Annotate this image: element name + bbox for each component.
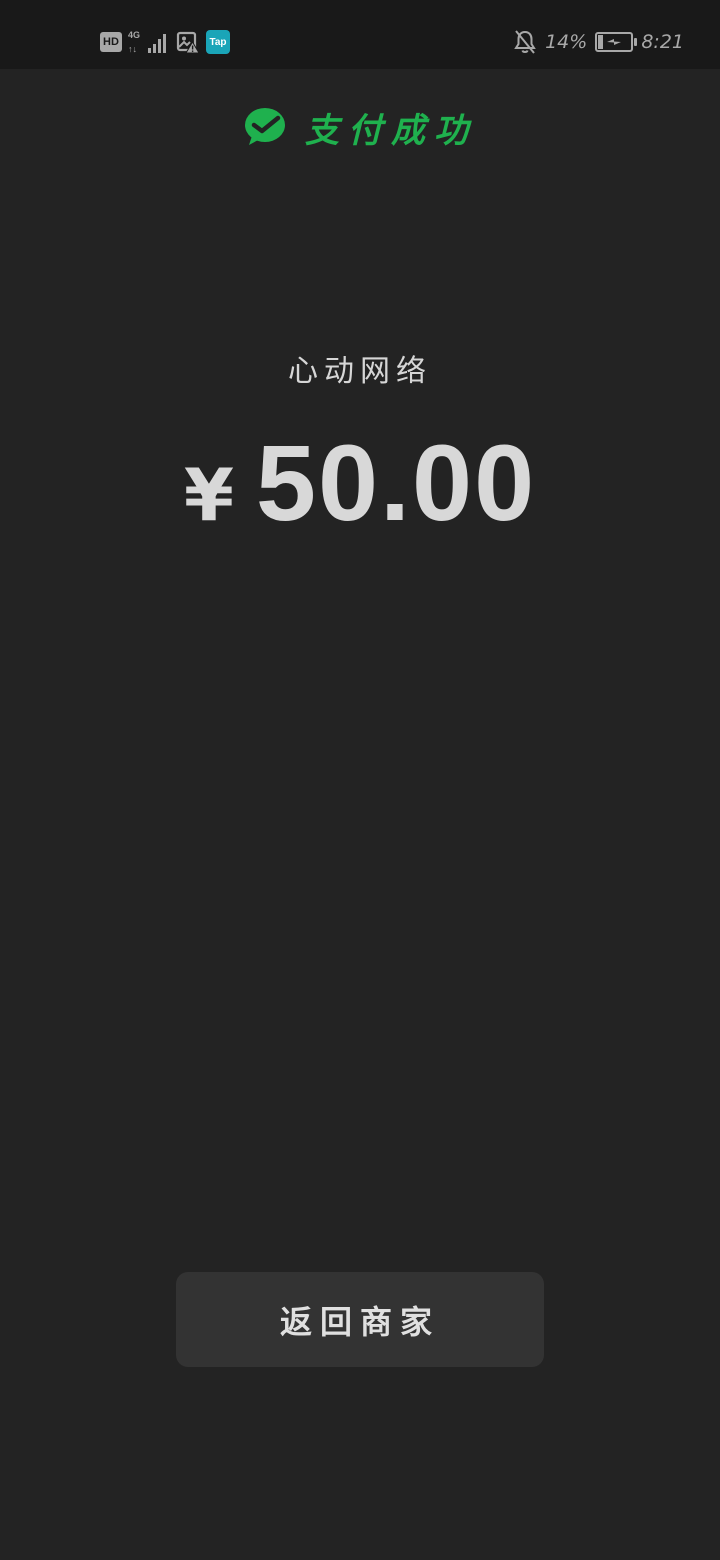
merchant-name: 心动网络	[288, 354, 432, 389]
network-type-label: 4G	[128, 30, 141, 40]
signal-icon	[148, 34, 166, 53]
status-left-group: HD 4G ↑↓ Tap	[100, 28, 230, 56]
bell-muted-icon	[514, 30, 536, 54]
hd-icon: HD	[100, 32, 122, 52]
battery-charging-icon	[595, 32, 638, 52]
network-type-icon: 4G ↑↓	[128, 30, 142, 54]
network-arrows-label: ↑↓	[128, 44, 137, 54]
image-warning-icon	[176, 31, 200, 54]
wechat-pay-check-icon	[245, 108, 285, 145]
currency-symbol: ¥	[183, 453, 234, 537]
amount-value: 50.00	[255, 422, 537, 543]
status-bar: HD 4G ↑↓ Tap 14% 8:21	[0, 0, 720, 69]
battery-percent: 14%	[545, 31, 588, 53]
payment-success-title: 支付成功	[305, 110, 477, 151]
tap-app-icon: Tap	[206, 30, 230, 54]
return-to-merchant-button[interactable]: 返回商家	[176, 1272, 544, 1367]
battery-level-fill	[598, 35, 604, 49]
charging-bolt-icon	[607, 39, 622, 45]
payment-amount: ¥ 50.00	[0, 420, 720, 545]
status-right-group: 14% 8:21	[513, 28, 684, 56]
payment-success-header: 支付成功	[0, 103, 720, 151]
clock: 8:21	[641, 31, 684, 53]
